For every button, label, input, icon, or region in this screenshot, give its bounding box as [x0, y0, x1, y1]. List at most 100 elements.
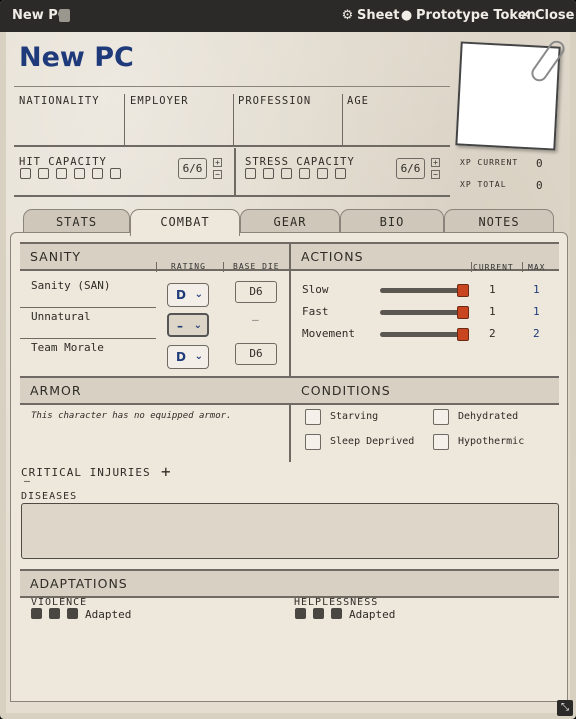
helplessness-label: HELPLESSNESS: [294, 597, 379, 608]
nationality-label: NATIONALITY: [19, 95, 100, 107]
sleep-deprived-checkbox[interactable]: [305, 434, 321, 450]
tab-gear[interactable]: GEAR: [240, 209, 340, 234]
slow-max: 1: [533, 283, 540, 296]
add-injury-button[interactable]: +: [161, 462, 171, 481]
sanity-rating-select[interactable]: D ⌄: [167, 283, 209, 307]
fast-slider-handle[interactable]: [457, 306, 469, 319]
rating-header: RATING: [171, 262, 206, 271]
xp-total-label: XP TOTAL: [460, 180, 507, 189]
movement-max: 2: [533, 327, 540, 340]
movement-slider-handle[interactable]: [457, 328, 469, 341]
tab-bio[interactable]: BIO: [340, 209, 444, 234]
hit-box-6[interactable]: [110, 168, 121, 179]
unnatural-base-die: –: [252, 313, 259, 326]
dehydrated-checkbox[interactable]: [433, 409, 449, 425]
fast-current: 1: [489, 305, 496, 318]
sanity-base-die: D6: [235, 281, 277, 303]
hit-box-2[interactable]: [38, 168, 49, 179]
actions-header: ACTIONS: [291, 242, 559, 271]
tab-stats[interactable]: STATS: [23, 209, 130, 234]
violence-adapted-label: Adapted: [85, 608, 132, 621]
violence-label: VIOLENCE: [31, 597, 88, 608]
movement-slider[interactable]: [380, 332, 468, 337]
stress-decrease-button[interactable]: −: [431, 170, 440, 179]
age-label: AGE: [347, 95, 369, 107]
stress-capacity-value[interactable]: 6/6: [396, 158, 425, 179]
team-morale-row-label: Team Morale: [31, 341, 104, 354]
movement-label: Movement: [302, 327, 355, 340]
close-icon: ✕: [520, 8, 531, 23]
chevron-down-icon: ⌄: [194, 351, 203, 362]
fast-slider[interactable]: [380, 310, 468, 315]
violence-box-2[interactable]: [49, 608, 60, 619]
violence-box-1[interactable]: [31, 608, 42, 619]
fast-label: Fast: [302, 305, 329, 318]
fast-max: 1: [533, 305, 540, 318]
stress-box-5[interactable]: [317, 168, 328, 179]
tab-combat[interactable]: COMBAT: [130, 209, 240, 236]
injuries-empty-dash: –: [24, 476, 31, 487]
xp-current-label: XP CURRENT: [460, 158, 519, 167]
close-button[interactable]: ✕ Close: [519, 8, 574, 23]
helplessness-box-1[interactable]: [295, 608, 306, 619]
combat-panel: SANITY RATING BASE DIE Sanity (SAN) D ⌄ D…: [10, 232, 568, 702]
starving-checkbox[interactable]: [305, 409, 321, 425]
helplessness-box-3[interactable]: [331, 608, 342, 619]
slow-slider-handle[interactable]: [457, 284, 469, 297]
hit-capacity-value[interactable]: 6/6: [178, 158, 207, 179]
sheet-button[interactable]: ⚙ Sheet: [341, 8, 400, 23]
character-sheet-window: New PC ⚙ Sheet ● Prototype Token ✕ Close Ne…: [0, 0, 576, 719]
base-die-header: BASE DIE: [233, 262, 280, 271]
hit-box-1[interactable]: [20, 168, 31, 179]
chevron-down-icon: ⌄: [194, 289, 203, 300]
character-name[interactable]: New PC: [19, 42, 134, 73]
slow-slider[interactable]: [380, 288, 468, 293]
current-header: CURRENT: [473, 263, 514, 272]
armor-header: ARMOR: [20, 376, 291, 405]
hypothermic-checkbox[interactable]: [433, 434, 449, 450]
conditions-header: CONDITIONS: [291, 376, 559, 405]
hit-decrease-button[interactable]: −: [213, 170, 222, 179]
slow-current: 1: [489, 283, 496, 296]
hypothermic-label: Hypothermic: [458, 436, 525, 447]
helplessness-adapted-label: Adapted: [349, 608, 396, 621]
resize-handle-icon[interactable]: ⤡: [557, 700, 573, 716]
gear-icon: ⚙: [341, 8, 354, 23]
sheet-config-icon[interactable]: [59, 9, 70, 22]
slow-label: Slow: [302, 283, 329, 296]
diseases-label: DISEASES: [21, 491, 78, 502]
team-morale-rating-select[interactable]: D ⌄: [167, 345, 209, 369]
hit-capacity-label: HIT CAPACITY: [19, 156, 107, 168]
xp-current-value[interactable]: 0: [536, 157, 543, 170]
helplessness-box-2[interactable]: [313, 608, 324, 619]
dehydrated-label: Dehydrated: [458, 411, 519, 422]
max-header: MAX: [528, 263, 546, 272]
sleep-deprived-label: Sleep Deprived: [330, 436, 415, 447]
user-circle-icon: ●: [400, 8, 413, 23]
stress-box-2[interactable]: [263, 168, 274, 179]
sheet-body: New PC NATIONALITY EMPLOYER PROFESSION A…: [6, 32, 570, 713]
tab-notes[interactable]: NOTES: [444, 209, 554, 234]
profession-label: PROFESSION: [238, 95, 312, 107]
hit-increase-button[interactable]: +: [213, 158, 222, 167]
unnatural-rating-select[interactable]: – ⌄: [167, 313, 209, 337]
violence-box-3[interactable]: [67, 608, 78, 619]
diseases-field[interactable]: [21, 503, 559, 559]
stress-box-6[interactable]: [335, 168, 346, 179]
stress-box-4[interactable]: [299, 168, 310, 179]
team-morale-base-die: D6: [235, 343, 277, 365]
hit-box-4[interactable]: [74, 168, 85, 179]
stress-box-3[interactable]: [281, 168, 292, 179]
stress-capacity-label: STRESS CAPACITY: [245, 156, 355, 168]
stress-box-1[interactable]: [245, 168, 256, 179]
window-titlebar[interactable]: New PC ⚙ Sheet ● Prototype Token ✕ Close: [0, 0, 576, 32]
movement-current: 2: [489, 327, 496, 340]
stress-increase-button[interactable]: +: [431, 158, 440, 167]
xp-total-value: 0: [536, 179, 543, 192]
prototype-token-button[interactable]: ● Prototype Token: [400, 8, 536, 23]
chevron-down-icon: ⌄: [193, 320, 202, 331]
armor-empty-text: This character has no equipped armor.: [31, 411, 232, 421]
hit-box-3[interactable]: [56, 168, 67, 179]
starving-label: Starving: [330, 411, 379, 422]
hit-box-5[interactable]: [92, 168, 103, 179]
